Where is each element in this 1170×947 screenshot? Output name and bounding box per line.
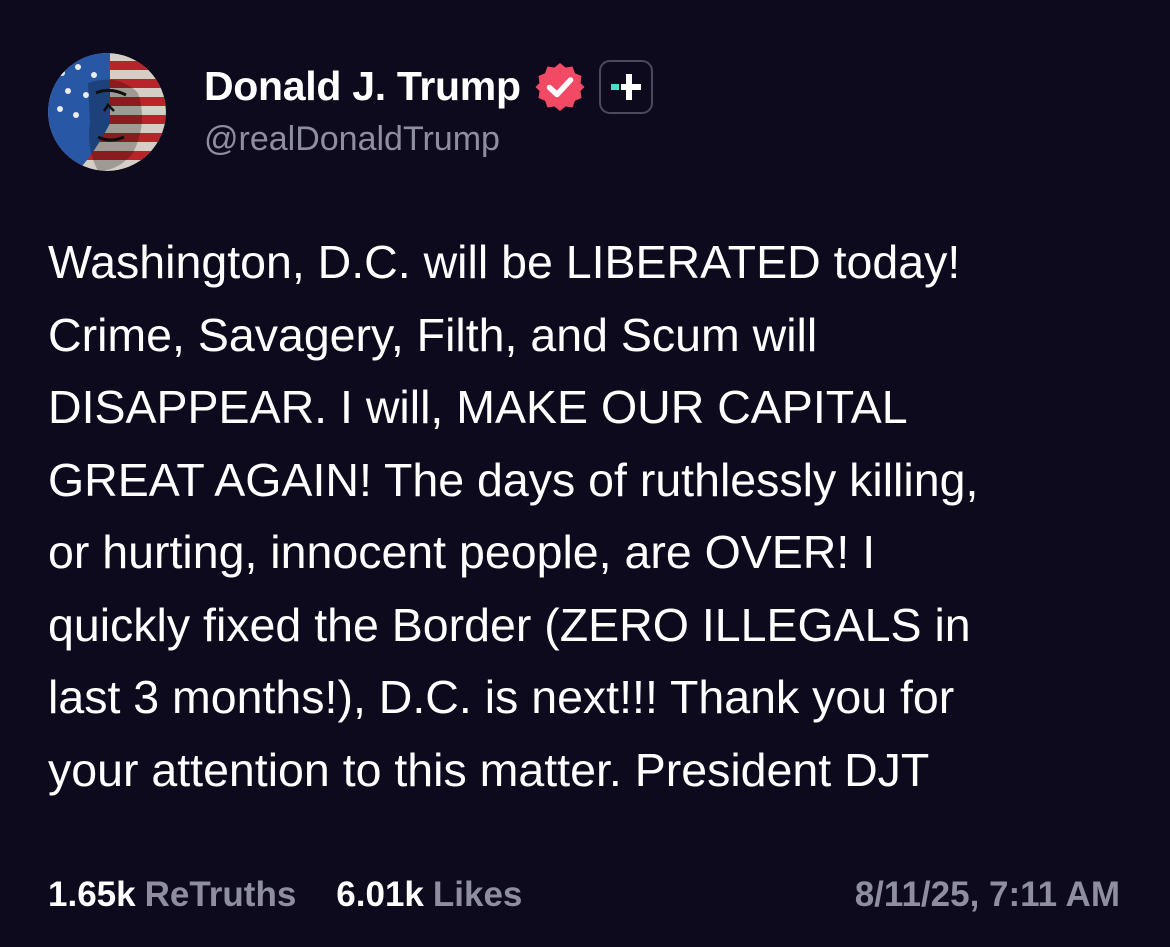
post-body-line: DISAPPEAR. I will, MAKE OUR CAPITAL bbox=[48, 381, 908, 433]
plus-icon bbox=[610, 73, 641, 100]
post-header: Donald J. Trump @realDonaldTrump bbox=[48, 52, 653, 172]
author-handle[interactable]: @realDonaldTrump bbox=[204, 120, 653, 159]
author-identity: Donald J. Trump @realDonaldTrump bbox=[204, 56, 653, 159]
post-body: Washington, D.C. will be LIBERATED today… bbox=[48, 226, 1138, 806]
post-body-line: GREAT AGAIN! The days of ruthlessly kill… bbox=[48, 453, 979, 506]
avatar-image bbox=[48, 53, 166, 171]
avatar[interactable] bbox=[48, 53, 166, 171]
post-footer: 1.65k ReTruths 6.01k Likes 8/11/25, 7:11… bbox=[48, 868, 1120, 922]
plus-badge bbox=[598, 59, 653, 114]
post-body-line: Crime, Savagery, Filth, and Scum will bbox=[48, 308, 818, 361]
name-row: Donald J. Trump bbox=[204, 56, 653, 118]
likes-stat[interactable]: 6.01k Likes bbox=[336, 875, 522, 915]
post-timestamp[interactable]: 8/11/25, 7:11 AM bbox=[855, 875, 1120, 915]
post-body-line: last 3 months!), D.C. is next!!! Thank y… bbox=[48, 671, 955, 723]
likes-count: 6.01k bbox=[336, 875, 424, 914]
verified-check-icon bbox=[535, 62, 585, 111]
post-body-line: Washington, D.C. will be LIBERATED today… bbox=[48, 236, 961, 288]
retruths-count: 1.65k bbox=[48, 875, 136, 914]
post-body-line: your attention to this matter. President… bbox=[48, 743, 930, 796]
post-body-line: or hurting, innocent people, are OVER! I bbox=[48, 526, 876, 578]
retruths-label: ReTruths bbox=[144, 875, 297, 914]
likes-label: Likes bbox=[432, 875, 523, 914]
truth-post: Donald J. Trump @realDonaldTrump Washing… bbox=[0, 0, 1170, 947]
display-name[interactable]: Donald J. Trump bbox=[204, 63, 521, 110]
post-body-line: quickly fixed the Border (ZERO ILLEGALS … bbox=[48, 598, 971, 651]
retruths-stat[interactable]: 1.65k ReTruths bbox=[48, 875, 296, 915]
